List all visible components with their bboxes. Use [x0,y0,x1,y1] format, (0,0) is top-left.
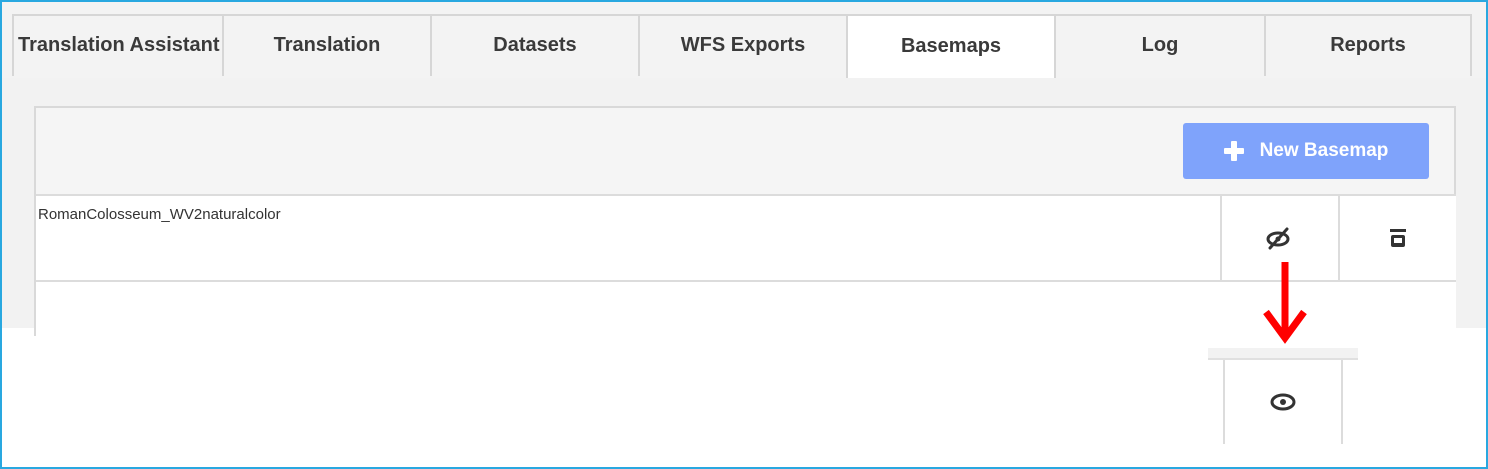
basemap-row: RomanColosseum_WV2naturalcolor [36,196,1456,282]
trash-icon [1390,229,1406,247]
tab-bar: Translation Assistant Translation Datase… [2,2,1486,79]
screenshot-frame: Translation Assistant Translation Datase… [0,0,1488,469]
new-basemap-label: New Basemap [1259,140,1389,161]
tab-translation-assistant[interactable]: Translation Assistant [12,14,224,76]
tab-translation[interactable]: Translation [222,14,432,76]
show-basemap-button[interactable] [1223,360,1343,444]
tab-log[interactable]: Log [1054,14,1266,76]
empty-row [36,282,1456,338]
arrow-down-icon [1263,262,1307,344]
eye-icon [1270,393,1296,411]
tab-basemaps[interactable]: Basemaps [846,14,1056,78]
eye-slash-icon [1266,227,1290,250]
callout-divider [1208,348,1358,360]
plus-icon [1223,141,1244,161]
new-basemap-button[interactable]: New Basemap [1183,123,1429,179]
tab-reports[interactable]: Reports [1264,14,1472,76]
basemaps-panel: New Basemap RomanColosseum_WV2naturalcol… [34,106,1456,338]
delete-basemap-button[interactable] [1338,196,1456,280]
callout-zoom [1208,348,1358,444]
tab-datasets[interactable]: Datasets [430,14,640,76]
basemap-name: RomanColosseum_WV2naturalcolor [38,206,281,223]
panel-header: New Basemap [36,108,1456,196]
tab-wfs-exports[interactable]: WFS Exports [638,14,848,76]
